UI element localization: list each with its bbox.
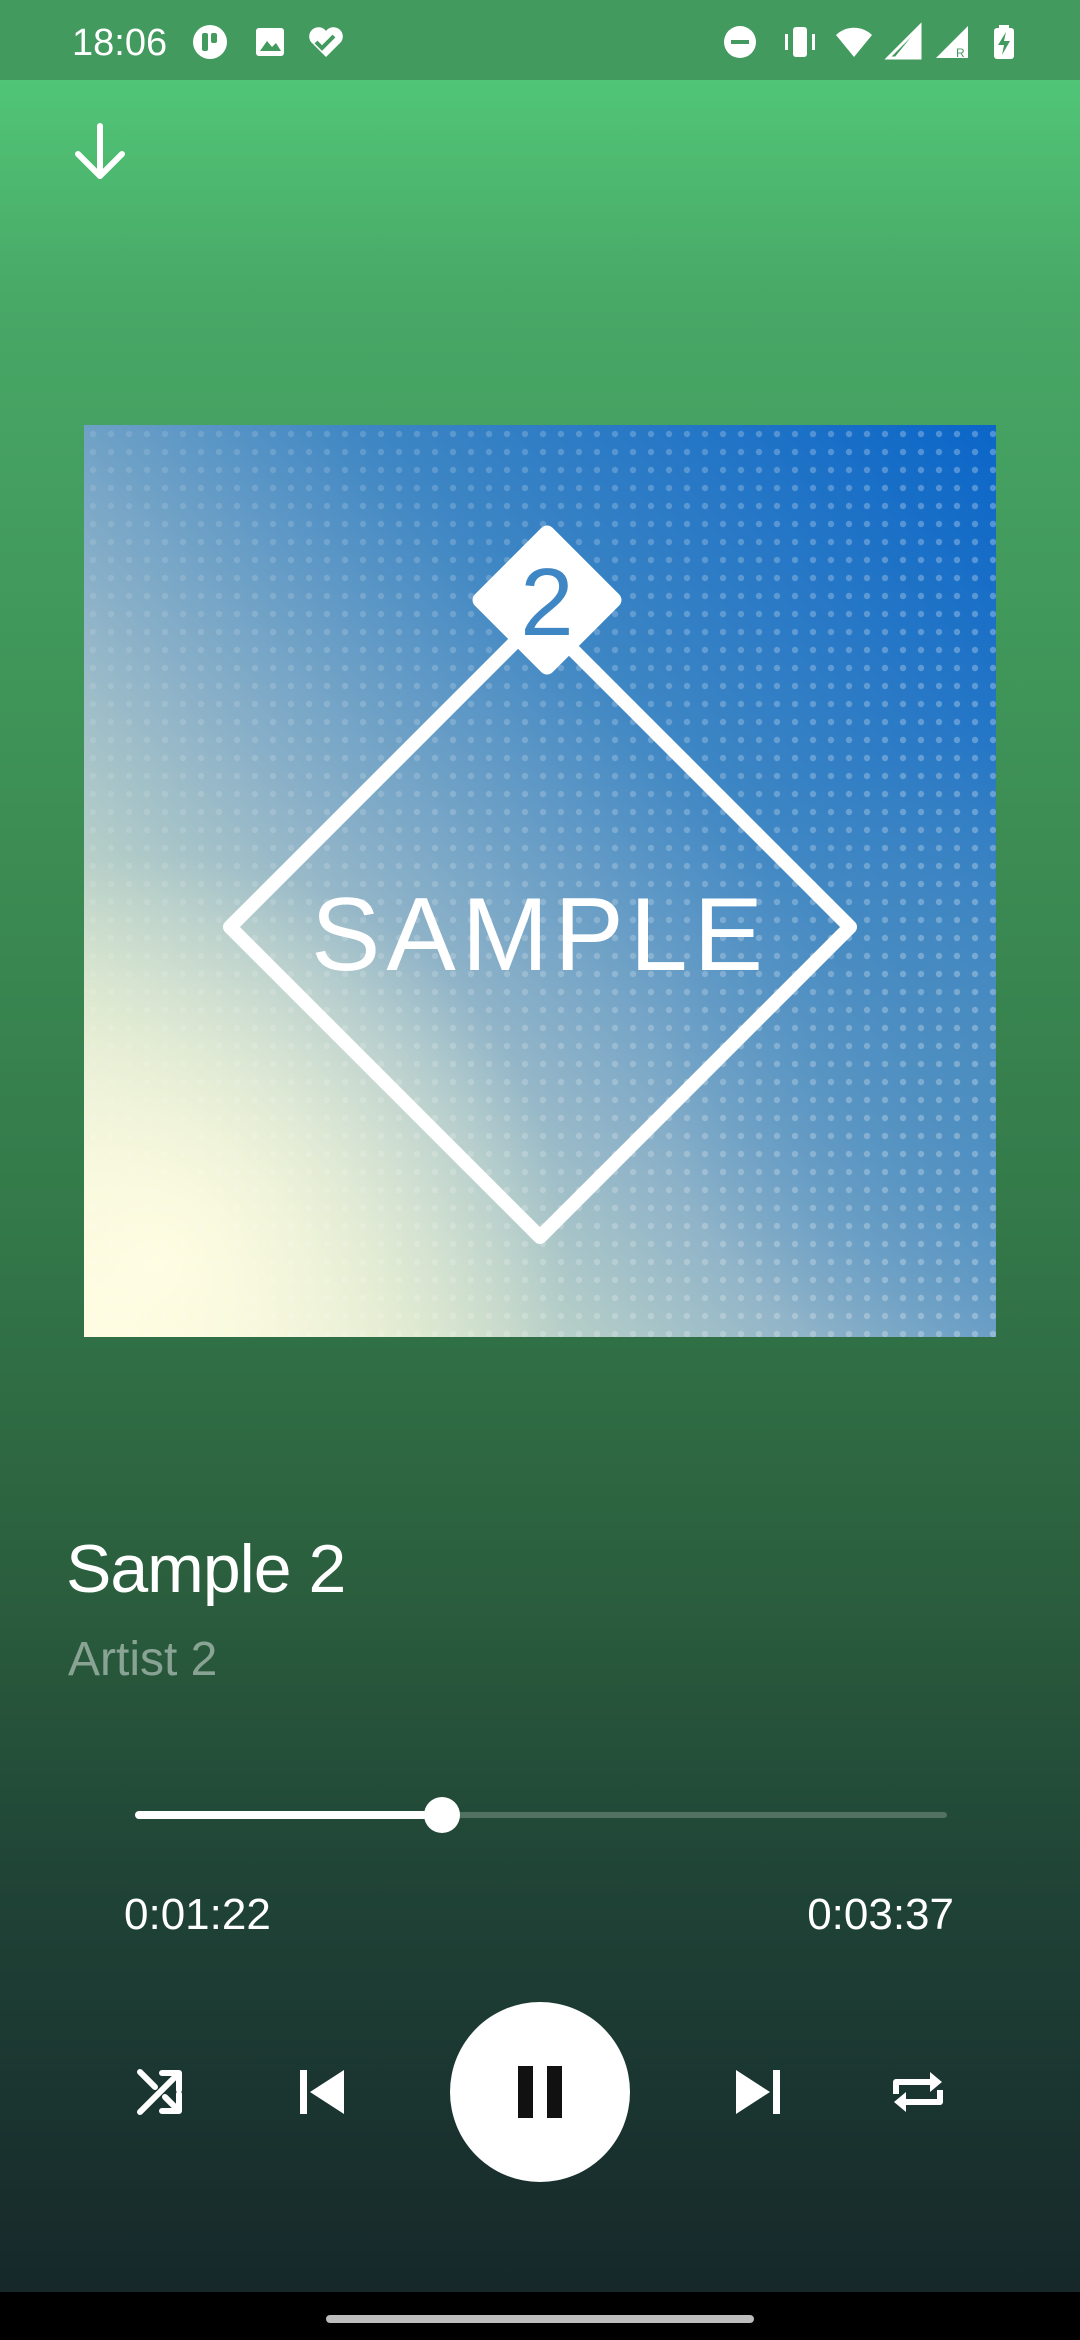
- shuffle-icon: [137, 2069, 182, 2115]
- status-time: 18:06: [72, 22, 168, 64]
- seek-thumb[interactable]: [423, 1797, 460, 1833]
- app-notification-icon: [193, 25, 227, 59]
- repeat-button[interactable]: [878, 2052, 958, 2132]
- svg-text:R: R: [956, 46, 965, 60]
- status-bar: 18:06 R: [0, 0, 1080, 80]
- image-icon: [256, 28, 284, 56]
- wifi-icon: [836, 27, 872, 57]
- album-art-text: SAMPLE: [311, 877, 769, 993]
- skip-previous-icon: [300, 2070, 344, 2114]
- svg-text:2: 2: [520, 549, 573, 656]
- next-button[interactable]: [718, 2052, 798, 2132]
- album-art: 2 SAMPLE: [84, 425, 996, 1337]
- do-not-disturb-icon: [724, 26, 756, 58]
- seek-bar[interactable]: [135, 1797, 947, 1833]
- repeat-icon: [893, 2072, 943, 2112]
- play-pause-button[interactable]: [450, 2002, 630, 2182]
- battery-charging-icon: [994, 25, 1014, 59]
- pause-icon: [518, 2066, 562, 2118]
- signal-icon: [884, 22, 922, 60]
- track-title: Sample 2: [66, 1531, 346, 1607]
- arrow-down-icon: [75, 123, 125, 179]
- health-icon: [309, 27, 343, 57]
- seek-progress: [135, 1811, 442, 1819]
- total-time: 0:03:37: [807, 1890, 954, 1939]
- track-artist: Artist 2: [68, 1633, 218, 1686]
- skip-next-icon: [736, 2070, 780, 2114]
- home-gesture-handle[interactable]: [326, 2315, 754, 2323]
- previous-button[interactable]: [282, 2052, 362, 2132]
- signal-roaming-icon: R: [936, 26, 968, 60]
- collapse-player-button[interactable]: [60, 112, 140, 192]
- elapsed-time: 0:01:22: [124, 1890, 271, 1939]
- shuffle-button[interactable]: [120, 2052, 200, 2132]
- vibrate-icon: [785, 27, 815, 57]
- player-screen: 18:06 R 2 SAMPLE Sample 2 Artist 2 0:01:…: [0, 0, 1080, 2340]
